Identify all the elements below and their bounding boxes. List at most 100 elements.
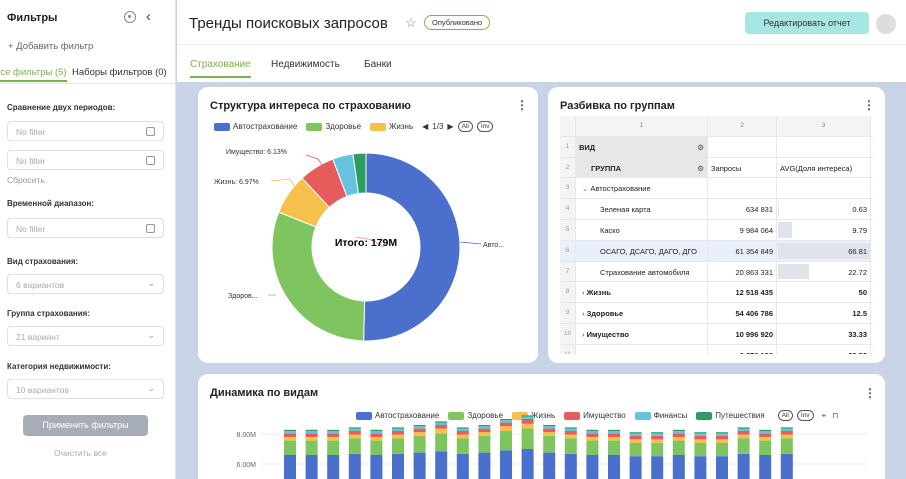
bar-segment[interactable] — [500, 420, 512, 423]
bar-segment[interactable] — [305, 440, 318, 455]
bar-segment[interactable] — [672, 437, 685, 441]
table-row[interactable]: 6 ОСАГО, ДСАГО, ДАГО, ДГО 61 354 849 66.81 — [560, 240, 873, 262]
bar-segment[interactable] — [456, 434, 469, 439]
bar-segment[interactable] — [348, 453, 361, 479]
bar-segment[interactable] — [629, 439, 642, 443]
group-name-cell[interactable]: › Здоровье — [576, 303, 708, 323]
group-name-cell[interactable]: ОСАГО, ДСАГО, ДАГО, ДГО — [576, 240, 708, 261]
bar-segment[interactable] — [759, 429, 772, 431]
bar-segment[interactable] — [305, 431, 318, 434]
bar-segment[interactable] — [672, 440, 685, 455]
kebab-menu-icon[interactable]: ⋮ — [863, 98, 875, 112]
bar-segment[interactable] — [500, 426, 512, 431]
bar-segment[interactable] — [629, 443, 642, 457]
bar-segment[interactable] — [737, 427, 750, 429]
bar-segment[interactable] — [780, 438, 793, 454]
bar-segment[interactable] — [608, 429, 620, 431]
bar-segment[interactable] — [413, 425, 426, 427]
table-row[interactable]: 3 ⌄ Автострахование — [560, 178, 873, 200]
bar-segment[interactable] — [651, 435, 664, 440]
gear-icon[interactable]: ⚙ — [697, 164, 704, 173]
clear-all-link[interactable]: Очистить все — [54, 448, 107, 458]
bar-segment[interactable] — [737, 438, 750, 454]
bar-segment[interactable] — [456, 453, 469, 479]
tab-banks[interactable]: Банки — [364, 59, 392, 70]
group-name-cell[interactable]: › Жизнь — [576, 282, 708, 303]
group-name-cell[interactable]: › — [576, 344, 708, 354]
bar-segment[interactable] — [521, 428, 534, 449]
bar-segment[interactable] — [608, 431, 620, 434]
bar-segment[interactable] — [564, 431, 577, 435]
bar-segment[interactable] — [737, 434, 750, 439]
bar-segment[interactable] — [694, 432, 707, 434]
bar-segment[interactable] — [651, 432, 664, 434]
bar-segment[interactable] — [413, 452, 426, 479]
bar-segment[interactable] — [672, 455, 685, 479]
bar-segment[interactable] — [737, 431, 750, 435]
gear-icon[interactable] — [124, 11, 136, 23]
bar-segment[interactable] — [564, 453, 577, 479]
bar-segment[interactable] — [435, 425, 448, 429]
bar-segment[interactable] — [305, 455, 318, 479]
bar-segment[interactable] — [694, 433, 707, 436]
bar-segment[interactable] — [435, 451, 448, 479]
bar-segment[interactable] — [759, 431, 772, 434]
table-row[interactable]: 4 Зеленая карта 634 831 0.63 — [560, 199, 873, 220]
bar-segment[interactable] — [651, 456, 664, 479]
bar-segment[interactable] — [629, 433, 642, 436]
bar-segment[interactable] — [478, 425, 491, 427]
bar-segment[interactable] — [672, 433, 685, 437]
bar-segment[interactable] — [651, 439, 664, 443]
bar-segment[interactable] — [608, 433, 620, 437]
bar-segment[interactable] — [564, 427, 577, 429]
bar-segment[interactable] — [586, 440, 599, 455]
bar-segment[interactable] — [327, 429, 340, 431]
bar-segment[interactable] — [392, 453, 404, 479]
bar-segment[interactable] — [543, 432, 556, 436]
tab-filter-sets[interactable]: Наборы фильтров (0) — [72, 67, 167, 78]
bar-segment[interactable] — [543, 426, 556, 429]
bar-segment[interactable] — [392, 438, 404, 454]
bar-segment[interactable] — [284, 437, 296, 441]
bar-segment[interactable] — [780, 453, 793, 479]
bar-segment[interactable] — [564, 434, 577, 439]
bar-segment[interactable] — [327, 437, 340, 441]
bar-segment[interactable] — [370, 433, 383, 437]
bar-segment[interactable] — [392, 428, 404, 431]
bar-segment[interactable] — [456, 438, 469, 454]
bar-segment[interactable] — [629, 456, 642, 479]
bar-segment[interactable] — [521, 449, 534, 479]
bar-segment[interactable] — [608, 440, 620, 455]
bar-segment[interactable] — [672, 431, 685, 434]
bar-segment[interactable] — [521, 415, 534, 417]
bar-segment[interactable] — [392, 431, 404, 435]
bar-segment[interactable] — [327, 455, 340, 479]
group-name-cell[interactable]: › Имущество — [576, 324, 708, 344]
bar-segment[interactable] — [284, 431, 296, 434]
bar-segment[interactable] — [759, 440, 772, 455]
bar-segment[interactable] — [694, 439, 707, 443]
bar-segment[interactable] — [284, 429, 296, 431]
bar-segment[interactable] — [284, 433, 296, 437]
insurance-type-select[interactable]: 6 вариантов ⌄ — [7, 274, 164, 294]
realty-category-select[interactable]: 10 вариантов ⌄ — [7, 379, 164, 399]
bar-segment[interactable] — [780, 431, 793, 435]
bar-segment[interactable] — [716, 456, 728, 479]
bar-segment[interactable] — [478, 432, 491, 436]
chevron-right-icon[interactable]: › — [582, 351, 585, 354]
bar-segment[interactable] — [716, 443, 728, 457]
bar-segment[interactable] — [759, 437, 772, 441]
table-row[interactable]: 8 › Жизнь 12 518 435 50 — [560, 282, 873, 304]
bar-segment[interactable] — [435, 428, 448, 434]
bar-segment[interactable] — [737, 428, 750, 431]
bar-segment[interactable] — [370, 455, 383, 479]
bar-segment[interactable] — [716, 433, 728, 436]
table-row[interactable]: 10 › Имущество 10 996 920 33.33 — [560, 324, 873, 345]
bar-segment[interactable] — [413, 432, 426, 436]
bar-segment[interactable] — [370, 440, 383, 455]
bar-segment[interactable] — [759, 433, 772, 437]
bar-segment[interactable] — [651, 433, 664, 436]
group-name-cell[interactable]: Зеленая карта — [576, 199, 708, 219]
table-row[interactable]: 5 Каско 9 984 064 9.79 — [560, 220, 873, 241]
bar-segment[interactable] — [608, 437, 620, 441]
